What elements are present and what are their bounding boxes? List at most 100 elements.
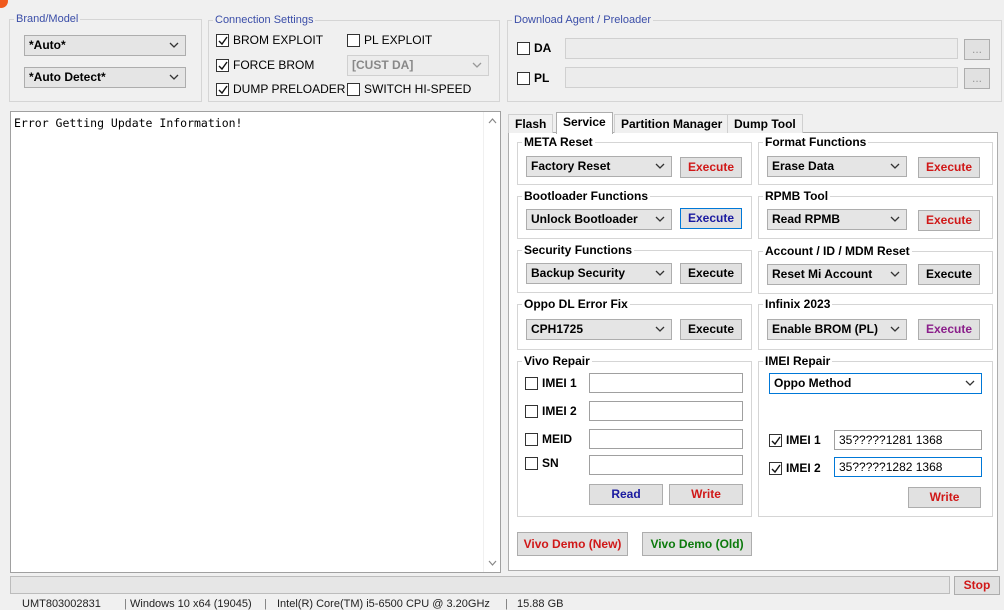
dump-preloader-label: DUMP PRELOADER — [233, 82, 346, 96]
checkmark-icon — [769, 433, 782, 447]
pl-path-field[interactable] — [565, 67, 958, 88]
account-value: Reset Mi Account — [772, 267, 873, 281]
meta-reset-value: Factory Reset — [531, 159, 611, 173]
da-path-field[interactable] — [565, 38, 958, 59]
pl-exploit-checkbox[interactable]: PL EXPLOIT — [347, 33, 432, 47]
tab-service[interactable]: Service — [556, 112, 613, 134]
imei1-repair-label: IMEI 1 — [786, 433, 821, 447]
cust-da-select[interactable]: [CUST DA] — [347, 55, 489, 76]
security-execute-button[interactable]: Execute — [680, 263, 742, 284]
status-cpu: Intel(R) Core(TM) i5-6500 CPU @ 3.20GHz — [277, 598, 490, 610]
oppo-model-value: CPH1725 — [531, 322, 584, 336]
download-agent-legend: Download Agent / Preloader — [514, 14, 651, 26]
brom-exploit-checkbox[interactable]: BROM EXPLOIT — [216, 33, 323, 47]
rpmb-execute-button[interactable]: Execute — [918, 210, 980, 231]
imei-method-select[interactable]: Oppo Method — [769, 373, 982, 394]
account-select[interactable]: Reset Mi Account — [767, 264, 907, 285]
rpmb-legend: RPMB Tool — [765, 189, 829, 203]
scroll-down-icon[interactable] — [488, 560, 497, 566]
vivo-imei1-field[interactable] — [589, 373, 743, 393]
vivo-imei2-label: IMEI 2 — [542, 404, 577, 418]
cust-da-value: [CUST DA] — [352, 58, 414, 72]
format-execute-button[interactable]: Execute — [918, 157, 980, 178]
account-reset-legend: Account / ID / MDM Reset — [765, 244, 910, 258]
oppo-model-select[interactable]: CPH1725 — [526, 319, 672, 340]
imei2-repair-checkbox[interactable]: IMEI 2 — [769, 461, 821, 475]
model-select[interactable]: *Auto Detect* — [24, 67, 186, 88]
security-legend: Security Functions — [524, 243, 633, 257]
tab-partition-manager[interactable]: Partition Manager — [614, 114, 730, 133]
format-functions-legend: Format Functions — [765, 135, 867, 149]
infinix-execute-button[interactable]: Execute — [918, 319, 980, 340]
vivo-sn-checkbox[interactable]: SN — [525, 456, 559, 470]
vivo-meid-field[interactable] — [589, 429, 743, 449]
connection-settings-legend: Connection Settings — [215, 14, 314, 26]
oppo-execute-button[interactable]: Execute — [680, 319, 742, 340]
security-value: Backup Security — [531, 266, 626, 280]
log-output[interactable]: Error Getting Update Information! — [10, 111, 501, 573]
log-scrollbar[interactable] — [483, 112, 500, 572]
vivo-demo-new-button[interactable]: Vivo Demo (New) — [517, 532, 628, 556]
vivo-sn-field[interactable] — [589, 455, 743, 475]
bootloader-select[interactable]: Unlock Bootloader — [526, 209, 672, 230]
force-brom-label: FORCE BROM — [233, 58, 315, 72]
pl-checkbox[interactable]: PL — [517, 71, 549, 85]
chevron-down-icon — [655, 161, 665, 171]
chevron-down-icon — [890, 324, 900, 334]
vivo-imei1-label: IMEI 1 — [542, 376, 577, 390]
vivo-sn-label: SN — [542, 456, 559, 470]
meta-reset-execute-button[interactable]: Execute — [680, 157, 742, 178]
imei1-repair-checkbox[interactable]: IMEI 1 — [769, 433, 821, 447]
format-select[interactable]: Erase Data — [767, 156, 907, 177]
status-ram: 15.88 GB — [517, 598, 564, 610]
vivo-imei2-checkbox[interactable]: IMEI 2 — [525, 404, 577, 418]
app-logo-icon — [0, 0, 8, 8]
imei2-repair-field[interactable]: 35?????1282 1368 — [834, 457, 982, 477]
vivo-meid-checkbox[interactable]: MEID — [525, 432, 572, 446]
vivo-write-button[interactable]: Write — [669, 484, 743, 505]
switch-hispeed-checkbox[interactable]: SWITCH HI-SPEED — [347, 82, 471, 96]
imei1-repair-field[interactable]: 35?????1281 1368 — [834, 430, 982, 450]
da-checkbox[interactable]: DA — [517, 41, 551, 55]
vivo-repair-legend: Vivo Repair — [524, 354, 590, 368]
checkmark-icon — [769, 461, 782, 475]
vivo-demo-old-button[interactable]: Vivo Demo (Old) — [642, 532, 752, 556]
brand-select-value: *Auto* — [29, 38, 66, 52]
da-label: DA — [534, 41, 552, 55]
account-execute-button[interactable]: Execute — [918, 264, 980, 285]
brand-model-legend: Brand/Model — [16, 13, 79, 25]
chevron-down-icon — [655, 268, 665, 278]
da-browse-button[interactable]: ... — [964, 39, 990, 60]
security-select[interactable]: Backup Security — [526, 263, 672, 284]
vivo-imei2-field[interactable] — [589, 401, 743, 421]
infinix-select[interactable]: Enable BROM (PL) — [767, 319, 907, 340]
force-brom-checkbox[interactable]: FORCE BROM — [216, 58, 314, 72]
status-bar: UMT803002831 | Windows 10 x64 (19045) | … — [22, 598, 564, 610]
rpmb-select[interactable]: Read RPMB — [767, 209, 907, 230]
dump-preloader-checkbox[interactable]: DUMP PRELOADER — [216, 82, 345, 96]
chevron-down-icon — [472, 60, 482, 70]
chevron-down-icon — [890, 214, 900, 224]
rpmb-value: Read RPMB — [772, 212, 841, 226]
chevron-down-icon — [890, 269, 900, 279]
chevron-down-icon — [169, 40, 179, 50]
bootloader-execute-button[interactable]: Execute — [680, 208, 742, 229]
brand-select[interactable]: *Auto* — [24, 35, 186, 56]
tab-flash[interactable]: Flash — [508, 114, 554, 133]
meta-reset-select[interactable]: Factory Reset — [526, 156, 672, 177]
vivo-meid-label: MEID — [542, 432, 572, 446]
tab-dump-tool[interactable]: Dump Tool — [727, 114, 803, 133]
oppo-dl-fix-legend: Oppo DL Error Fix — [524, 297, 628, 311]
scroll-up-icon[interactable] — [488, 118, 497, 124]
pl-browse-button[interactable]: ... — [964, 68, 990, 89]
progress-bar — [10, 576, 950, 594]
vivo-imei1-checkbox[interactable]: IMEI 1 — [525, 376, 577, 390]
switch-hispeed-label: SWITCH HI-SPEED — [364, 82, 472, 96]
checkmark-icon — [216, 58, 229, 72]
stop-button[interactable]: Stop — [954, 576, 1000, 595]
log-text: Error Getting Update Information! — [14, 116, 243, 130]
vivo-read-button[interactable]: Read — [589, 484, 663, 505]
imei-repair-legend: IMEI Repair — [765, 354, 831, 368]
chevron-down-icon — [890, 161, 900, 171]
imei-write-button[interactable]: Write — [908, 487, 981, 508]
